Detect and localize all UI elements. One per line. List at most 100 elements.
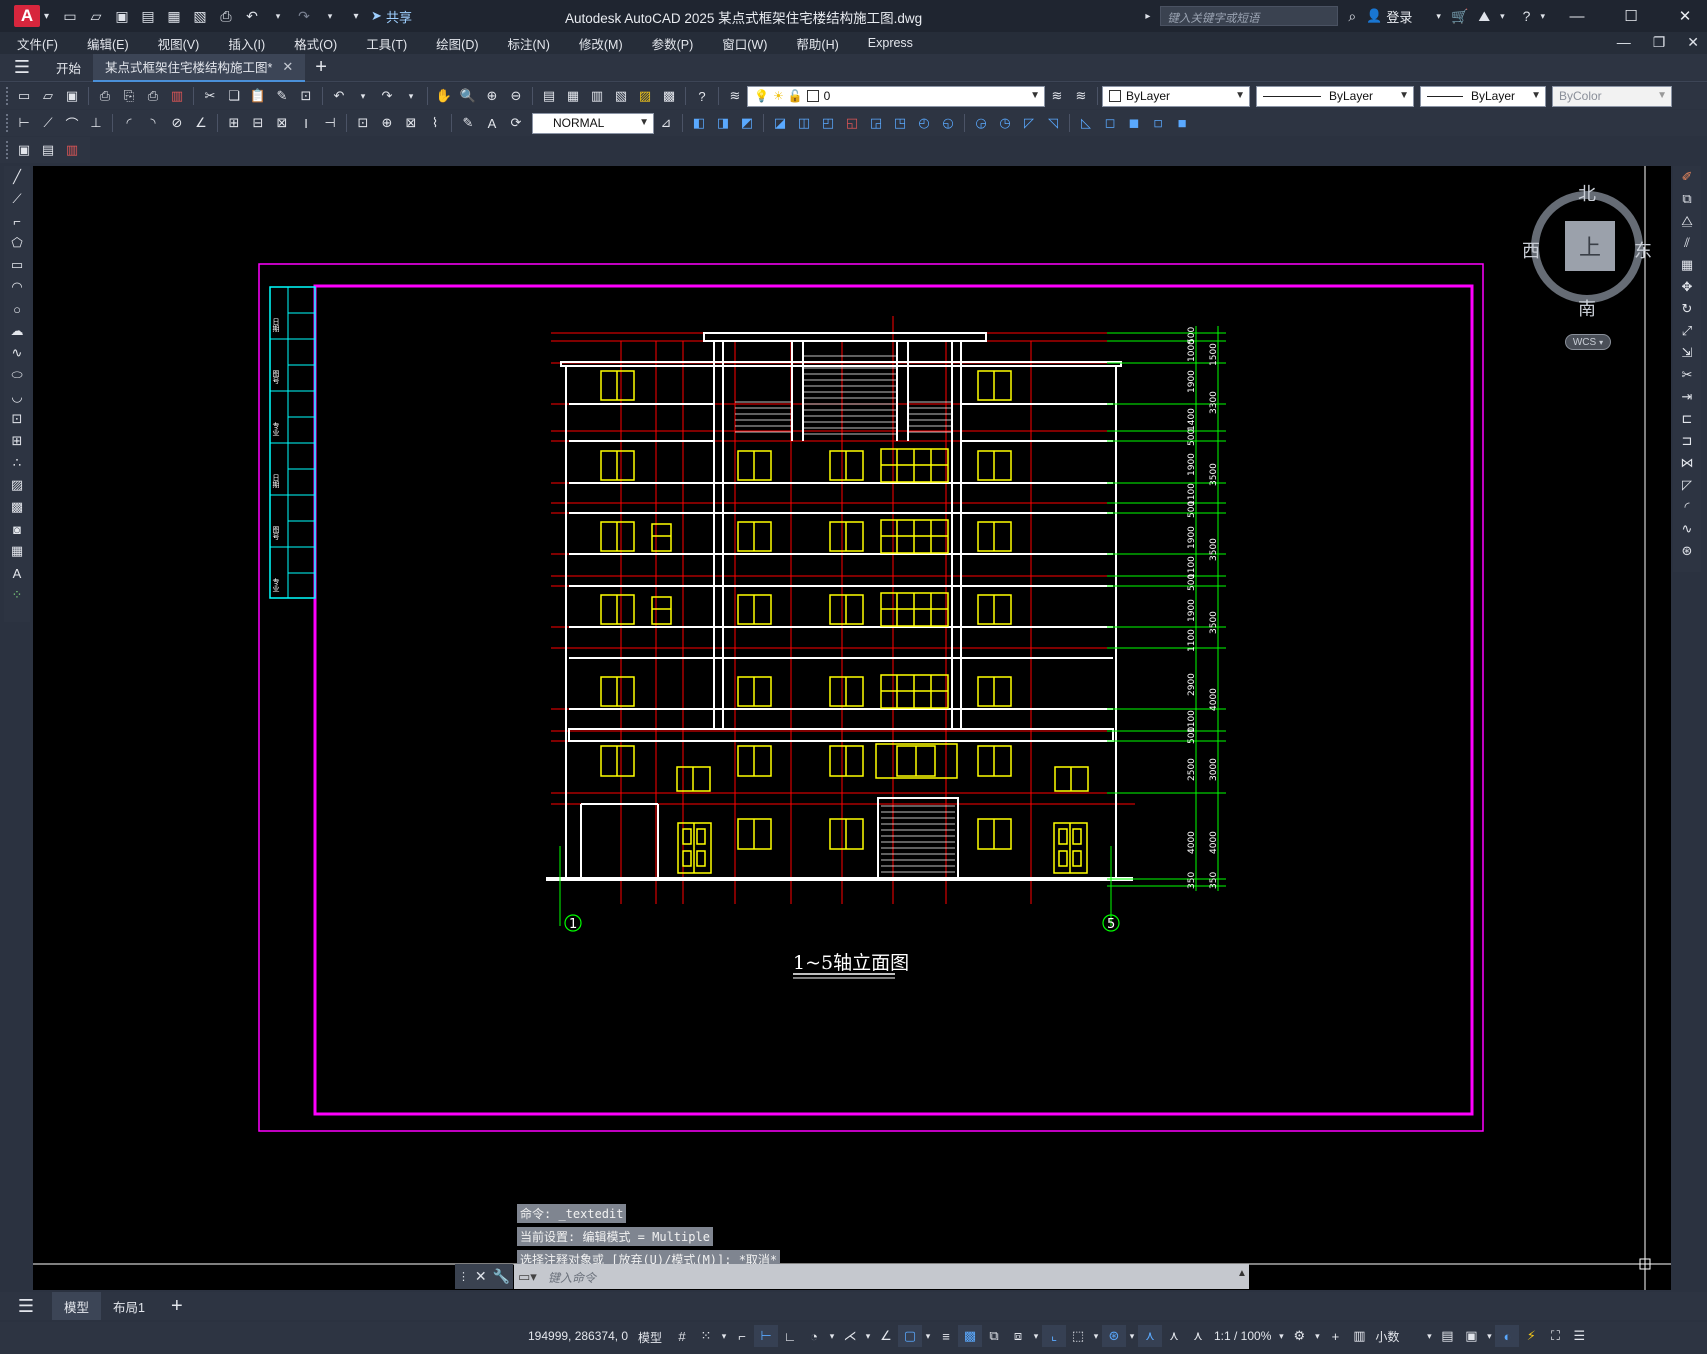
gizmo-icon[interactable]: ⊛ <box>1102 1325 1126 1347</box>
design-center-icon[interactable]: ▦ <box>562 86 584 106</box>
revision-cloud-icon[interactable]: ☁ <box>6 320 28 342</box>
menu-format[interactable]: 格式(O) <box>277 34 349 53</box>
undo-icon[interactable]: ↶ <box>328 86 350 106</box>
redo-list-icon[interactable]: ▾ <box>400 86 422 106</box>
insert-block-icon[interactable]: ⊡ <box>6 408 28 430</box>
redo-icon[interactable]: ↷ <box>376 86 398 106</box>
viewcube-north[interactable]: 北 <box>1578 180 1596 206</box>
redo-dropdown-icon[interactable]: ▾ <box>321 8 339 24</box>
layer-dropdown[interactable]: 💡 ☀ 🔓 0 ▼ <box>747 85 1045 107</box>
fillet-icon[interactable]: ◜ <box>1676 496 1698 518</box>
scale-icon[interactable]: ⤢ <box>1676 320 1698 342</box>
object-snap-icon[interactable]: ▢ <box>898 1325 922 1347</box>
move-faces-icon[interactable]: ◫ <box>793 113 815 133</box>
aligned-dimension-icon[interactable]: ⟋ <box>37 113 59 133</box>
object-snap-tracking-icon[interactable]: ∠ <box>874 1325 898 1347</box>
rotate-faces-icon[interactable]: ◲ <box>865 113 887 133</box>
intersect-icon[interactable]: ◩ <box>736 113 758 133</box>
tab-model[interactable]: 模型 <box>52 1292 102 1320</box>
polar-dropdown-icon[interactable]: ▾ <box>826 1325 838 1347</box>
ellipse-icon[interactable]: ⬭ <box>6 364 28 386</box>
quick-properties-icon[interactable]: ▤ <box>1435 1325 1459 1347</box>
trim-icon[interactable]: ✂ <box>1676 364 1698 386</box>
isolate-objects-icon[interactable]: ◐ <box>1495 1325 1520 1347</box>
calculator-icon[interactable]: ▩ <box>658 86 680 106</box>
menu-window[interactable]: 窗口(W) <box>705 34 779 53</box>
ordinate-dimension-icon[interactable]: ⊥ <box>85 113 107 133</box>
add-selected-icon[interactable]: ⁘ <box>6 584 28 606</box>
markup-icon[interactable]: ▨ <box>634 86 656 106</box>
object-snap-dropdown-icon[interactable]: ▾ <box>922 1325 934 1347</box>
pan-icon[interactable]: ✋ <box>433 86 455 106</box>
delete-faces-icon[interactable]: ◱ <box>841 113 863 133</box>
layer-previous-icon[interactable]: ≋ <box>1070 86 1092 106</box>
dynamic-input-icon[interactable]: ⊢ <box>754 1325 778 1347</box>
dimension-space-icon[interactable]: I <box>295 113 317 133</box>
account-dropdown-icon[interactable]: ▾ <box>1500 11 1505 22</box>
extrude-faces-icon[interactable]: ◪ <box>769 113 791 133</box>
polygon-icon[interactable]: ⬠ <box>6 232 28 254</box>
3d-object-snap-icon[interactable]: ⧈ <box>1006 1325 1030 1347</box>
tool-palettes-icon[interactable]: ▥ <box>586 86 608 106</box>
dimension-style-icon[interactable]: ⊿ <box>655 113 677 133</box>
gradient-icon[interactable]: ▩ <box>6 496 28 518</box>
dimension-style-dropdown[interactable]: NORMAL ▼ <box>532 112 654 134</box>
clean-screen-icon[interactable]: ⛶ <box>1543 1325 1567 1347</box>
selection-cycling-icon[interactable]: ⧉ <box>982 1325 1006 1347</box>
region-icon[interactable]: ◙ <box>6 518 28 540</box>
open-file-icon[interactable]: ▱ <box>87 8 105 24</box>
jogged-dimension-icon[interactable]: ◝ <box>142 113 164 133</box>
diameter-dimension-icon[interactable]: ⊘ <box>166 113 188 133</box>
offset-faces-icon[interactable]: ◰ <box>817 113 839 133</box>
coordinates-readout[interactable]: 194999, 286374, 0 <box>528 1329 628 1343</box>
grid-icon[interactable]: # <box>670 1325 694 1347</box>
separate-icon[interactable]: ◸ <box>1018 113 1040 133</box>
radius-dimension-icon[interactable]: ◜ <box>118 113 140 133</box>
dimension-break-icon[interactable]: ⊣ <box>319 113 341 133</box>
menu-express[interactable]: Express <box>851 36 925 50</box>
zoom-realtime-icon[interactable]: 🔍 <box>457 86 479 106</box>
clean-icon[interactable]: ◷ <box>994 113 1016 133</box>
join-icon[interactable]: ⋈ <box>1676 452 1698 474</box>
menu-tools[interactable]: 工具(T) <box>349 34 419 53</box>
linetype-dropdown[interactable]: ByLayer ▼ <box>1256 85 1414 107</box>
lineweight-dropdown[interactable]: ByLayer ▼ <box>1420 85 1546 107</box>
annotation-visibility-icon[interactable]: ⋏ <box>1138 1325 1162 1347</box>
help-icon[interactable]: ? <box>691 86 713 106</box>
menu-modify[interactable]: 修改(M) <box>562 34 635 53</box>
chamfer-icon[interactable]: ◸ <box>1676 474 1698 496</box>
lock-ui-icon[interactable]: ▣ <box>1459 1325 1483 1347</box>
menu-view[interactable]: 视图(V) <box>141 34 212 53</box>
match-properties-icon[interactable]: ✎ <box>271 86 293 106</box>
properties-icon[interactable]: ▤ <box>538 86 560 106</box>
dimension-edit-icon[interactable]: ✎ <box>457 113 479 133</box>
plot-icon[interactable]: ⎙ <box>217 8 235 24</box>
explode-icon[interactable]: ⊛ <box>1676 540 1698 562</box>
copy-icon[interactable]: ❏ <box>223 86 245 106</box>
zoom-previous-icon[interactable]: ⊖ <box>505 86 527 106</box>
save-icon[interactable]: ▣ <box>61 86 83 106</box>
command-input[interactable]: 键入命令 <box>514 1264 1249 1289</box>
3d-print-icon[interactable]: ▥ <box>166 86 188 106</box>
help-dropdown-icon[interactable]: ▾ <box>1540 11 1545 22</box>
dimension-update-icon[interactable]: ⟳ <box>505 113 527 133</box>
layout-tabs-menu-icon[interactable]: ☰ <box>0 1296 52 1317</box>
cut-icon[interactable]: ✂ <box>199 86 221 106</box>
auto-scale-icon[interactable]: ⋏ <box>1162 1325 1186 1347</box>
undo-list-icon[interactable]: ▾ <box>352 86 374 106</box>
close-tab-icon[interactable]: ✕ <box>282 59 293 75</box>
file-tabs-menu-icon[interactable]: ☰ <box>0 57 44 78</box>
extrude-icon[interactable]: ◻ <box>1099 113 1121 133</box>
viewcube-top-face[interactable]: 上 <box>1565 221 1615 271</box>
ortho-icon[interactable]: ∟ <box>778 1325 802 1347</box>
gizmo-dropdown-icon[interactable]: ▾ <box>1126 1325 1138 1347</box>
lock-ui-dropdown-icon[interactable]: ▾ <box>1483 1325 1495 1347</box>
extend-icon[interactable]: ⇥ <box>1676 386 1698 408</box>
publish-icon[interactable]: ⎙ <box>142 86 164 106</box>
color-faces-icon[interactable]: ◵ <box>937 113 959 133</box>
open-icon[interactable]: ▱ <box>37 86 59 106</box>
presspull-icon[interactable]: ◼ <box>1123 113 1145 133</box>
tab-drawing[interactable]: 某点式框架住宅楼结构施工图* ✕ <box>93 53 306 82</box>
recent-commands-icon[interactable]: ▭▾ <box>518 1269 537 1285</box>
plot-icon[interactable]: ⎙ <box>94 86 116 106</box>
